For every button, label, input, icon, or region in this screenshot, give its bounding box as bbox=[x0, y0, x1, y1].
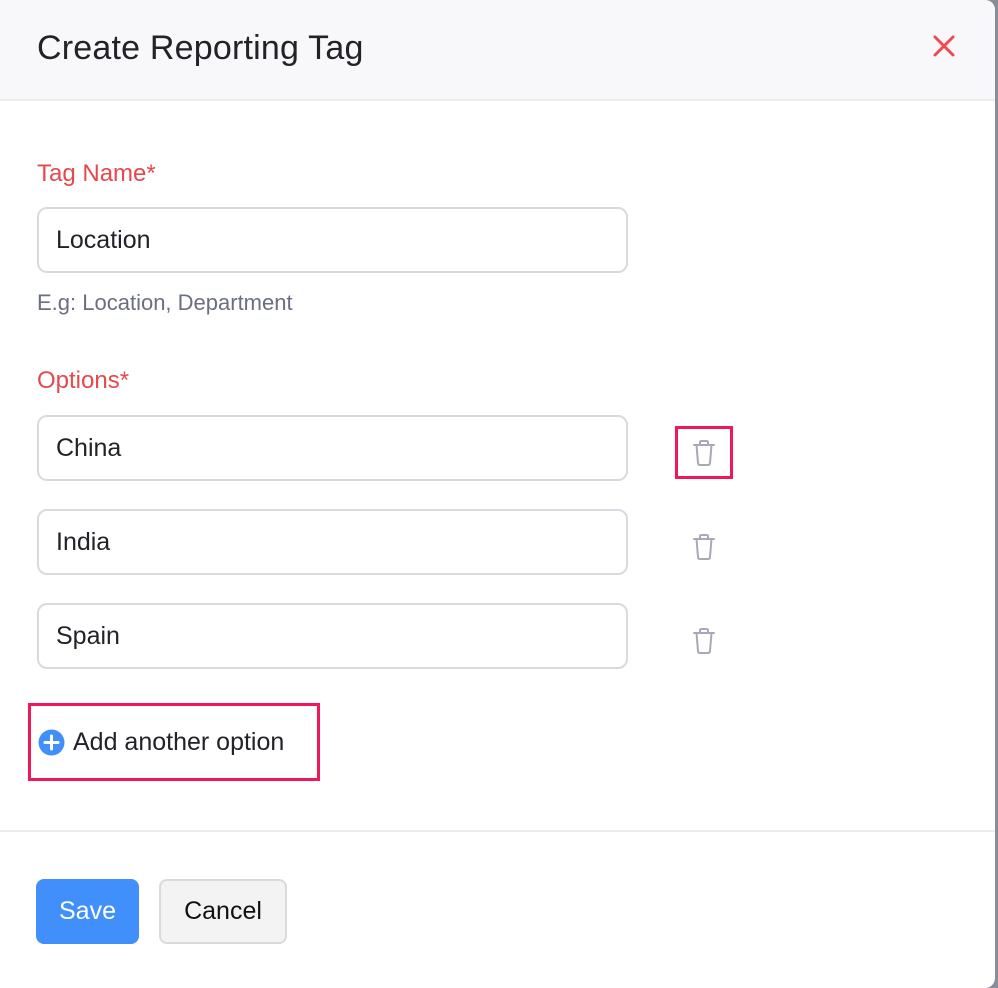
close-button[interactable] bbox=[930, 32, 958, 60]
cancel-button[interactable]: Cancel bbox=[159, 879, 287, 944]
delete-option-button-3[interactable] bbox=[675, 614, 733, 667]
trash-icon bbox=[693, 627, 715, 654]
options-label: Options* bbox=[37, 367, 130, 394]
add-another-option-button[interactable]: Add another option bbox=[28, 703, 320, 781]
dialog-header: Create Reporting Tag bbox=[0, 0, 995, 101]
option-input-1[interactable] bbox=[37, 415, 628, 481]
plus-circle-icon bbox=[38, 729, 65, 755]
trash-icon bbox=[693, 439, 715, 466]
tag-name-hint: E.g: Location, Department bbox=[37, 290, 293, 315]
footer-divider bbox=[0, 830, 995, 832]
delete-option-button-1[interactable] bbox=[675, 426, 733, 479]
close-icon bbox=[933, 35, 955, 57]
option-input-2[interactable] bbox=[37, 509, 628, 575]
trash-icon bbox=[693, 533, 715, 560]
add-another-option-label: Add another option bbox=[73, 727, 285, 756]
save-button[interactable]: Save bbox=[36, 879, 139, 944]
create-reporting-tag-dialog: Create Reporting Tag Tag Name* E.g: Loca… bbox=[0, 0, 995, 988]
delete-option-button-2[interactable] bbox=[675, 520, 733, 573]
tag-name-input[interactable] bbox=[37, 207, 628, 273]
option-input-3[interactable] bbox=[37, 603, 628, 669]
tag-name-label: Tag Name* bbox=[37, 160, 156, 187]
dialog-title: Create Reporting Tag bbox=[37, 29, 364, 67]
